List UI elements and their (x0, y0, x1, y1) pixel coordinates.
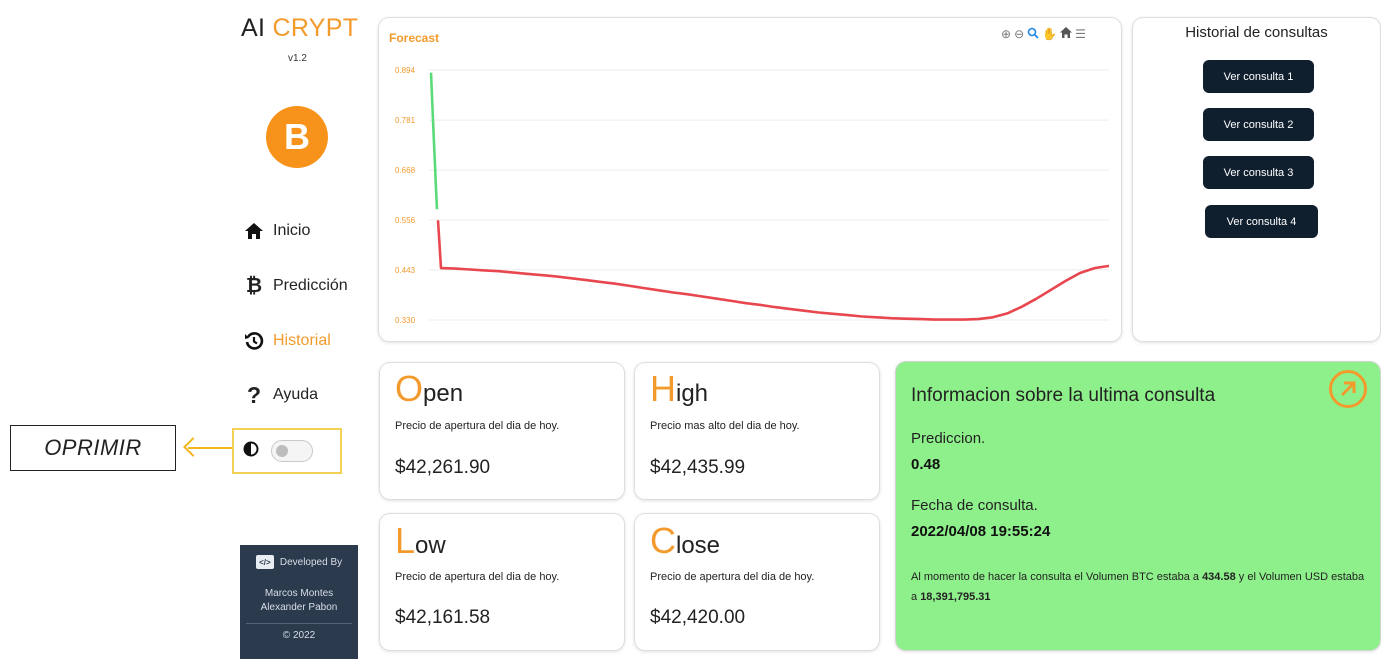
high-title: High (650, 368, 708, 410)
btc-volume: 434.58 (1202, 571, 1236, 583)
home-icon[interactable] (1060, 27, 1073, 42)
high-title-rest: igh (676, 380, 709, 407)
y-tick-label: 0.556 (395, 216, 416, 225)
nav-item-ayuda[interactable]: ? Ayuda (243, 382, 318, 408)
low-title: Low (395, 520, 446, 562)
low-value: $42,161.58 (395, 607, 491, 628)
close-title: Close (650, 520, 720, 562)
close-value: $42,420.00 (650, 607, 746, 628)
open-title-initial: O (395, 368, 424, 409)
history-icon (243, 331, 265, 351)
bitcoin-symbol: B (284, 116, 310, 157)
developer-heading: Developed By (279, 556, 343, 568)
volume-summary: Al momento de hacer la consulta el Volum… (911, 567, 1366, 607)
menu-icon[interactable]: ☰ (1075, 27, 1086, 42)
high-title-initial: H (650, 368, 676, 409)
theme-toggle-switch[interactable] (271, 440, 313, 462)
nav-label-ayuda: Ayuda (273, 386, 319, 403)
zoom-out-icon[interactable]: ⊖ (1014, 27, 1024, 42)
chart-title: Forecast (389, 31, 440, 45)
volume-text-1: Al momento de hacer la consulta el Volum… (911, 571, 1203, 583)
nav-label-prediccion: Predicción (273, 277, 348, 294)
developer-name-2: Alexander Pabon (260, 602, 338, 613)
forecast-chart: 0.894 0.781 0.668 0.556 0.443 0.330 (395, 66, 1110, 325)
y-tick-label: 0.330 (395, 316, 416, 325)
close-title-rest: lose (676, 532, 721, 559)
developer-card: </> Developed By Marcos Montes Alexander… (240, 545, 358, 659)
y-tick-label: 0.668 (395, 166, 416, 175)
open-title-rest: pen (423, 380, 464, 407)
brand-accent: CRYPT (272, 14, 359, 42)
code-icon: </> (255, 555, 274, 569)
low-description: Precio de apertura del dia de hoy. (395, 571, 560, 583)
nav-item-historial[interactable]: Historial (243, 328, 331, 354)
home-icon (243, 222, 265, 240)
history-title: Historial de consultas (1185, 24, 1328, 41)
pan-icon[interactable]: ✋ (1042, 27, 1057, 42)
bitcoin-icon: ₿ (245, 274, 263, 297)
close-description: Precio de apertura del dia de hoy. (650, 571, 815, 583)
prediction-value: 0.48 (911, 456, 941, 473)
close-title-initial: C (650, 520, 676, 561)
nav-item-prediccion[interactable]: ₿ Predicción (243, 273, 348, 299)
copyright: © 2022 (282, 630, 316, 641)
query-date-value: 2022/04/08 19:55:24 (911, 523, 1051, 540)
low-title-rest: ow (415, 532, 446, 559)
y-tick-label: 0.894 (395, 66, 416, 75)
nav-label-inicio: Inicio (273, 222, 311, 239)
contrast-icon (243, 441, 259, 462)
y-tick-label: 0.781 (395, 116, 416, 125)
view-query-3-button[interactable]: Ver consulta 3 (1203, 156, 1314, 189)
nav-item-inicio[interactable]: Inicio (243, 218, 310, 244)
brand-prefix: AI (241, 14, 266, 42)
low-title-initial: L (395, 520, 416, 561)
oprimir-label: OPRIMIR (44, 435, 142, 460)
toggle-knob (276, 445, 288, 457)
series-line-green (429, 72, 439, 210)
bitcoin-logo: B (266, 106, 328, 168)
chart-toolbar: ⊕ ⊖ ✋ ☰ (1001, 27, 1086, 42)
developer-name-1: Marcos Montes (264, 588, 334, 599)
high-value: $42,435.99 (650, 457, 746, 478)
developer-divider (246, 623, 352, 624)
app-version: v1.2 (288, 53, 307, 64)
app-brand: AI CRYPT (241, 14, 358, 43)
magnify-icon[interactable] (1027, 27, 1039, 42)
usd-volume: 18,391,795.31 (920, 591, 991, 603)
view-query-4-button[interactable]: Ver consulta 4 (1205, 205, 1318, 238)
info-title: Informacion sobre la ultima consulta (911, 385, 1216, 406)
high-description: Precio mas alto del dia de hoy. (650, 420, 800, 432)
theme-toggle-frame (232, 428, 342, 474)
view-query-1-button[interactable]: Ver consulta 1 (1203, 60, 1314, 93)
oprimir-callout: OPRIMIR (10, 425, 176, 471)
open-value: $42,261.90 (395, 457, 491, 478)
open-description: Precio de apertura del dia de hoy. (395, 420, 560, 432)
query-date-label: Fecha de consulta. (911, 497, 1038, 514)
y-tick-label: 0.443 (395, 266, 416, 275)
nav-label-historial: Historial (273, 332, 331, 349)
question-icon: ? (246, 381, 262, 408)
arrow-up-right-icon[interactable] (1329, 370, 1367, 408)
view-query-2-button[interactable]: Ver consulta 2 (1203, 108, 1314, 141)
prediction-label: Prediccion. (911, 430, 986, 447)
open-title: Open (395, 368, 463, 410)
zoom-in-icon[interactable]: ⊕ (1001, 27, 1011, 42)
callout-arrow-head (183, 437, 203, 457)
